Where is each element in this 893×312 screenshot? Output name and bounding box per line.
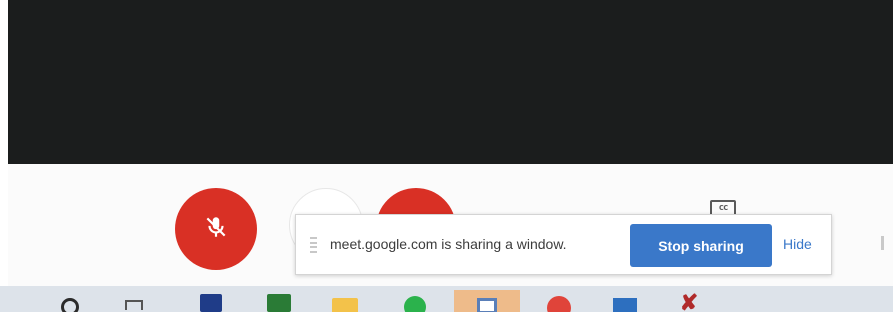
chrome-icon	[547, 296, 571, 312]
scrollbar[interactable]	[881, 236, 884, 250]
spotify-icon	[404, 296, 426, 312]
taskbar-app-save[interactable]	[186, 290, 236, 312]
window-app-icon	[477, 298, 497, 312]
sharing-notification-bar: meet.google.com is sharing a window. Sto…	[295, 214, 832, 275]
taskbar-app-window-active[interactable]	[454, 290, 520, 312]
search-icon	[61, 298, 79, 312]
x-app-icon: ✘	[679, 290, 699, 312]
mic-off-icon	[203, 214, 229, 245]
task-view-button[interactable]	[112, 290, 156, 312]
taskbar-app-excel[interactable]	[254, 290, 304, 312]
video-area	[8, 0, 893, 164]
task-view-icon	[125, 300, 143, 310]
drag-handle-icon[interactable]	[310, 237, 317, 253]
windows-taskbar: ✘	[0, 286, 893, 312]
hide-link[interactable]: Hide	[783, 236, 812, 252]
taskbar-app-x[interactable]: ✘	[664, 290, 714, 312]
stop-sharing-button[interactable]: Stop sharing	[630, 224, 772, 267]
mute-mic-button[interactable]	[175, 188, 257, 270]
left-margin	[0, 0, 8, 312]
taskbar-app-chrome[interactable]	[532, 290, 586, 312]
outlook-icon	[613, 298, 637, 312]
taskbar-app-spotify[interactable]	[390, 290, 440, 312]
file-explorer-icon	[332, 298, 358, 312]
save-app-icon	[200, 294, 222, 312]
search-button[interactable]	[48, 290, 92, 312]
excel-icon	[267, 294, 291, 312]
taskbar-app-outlook[interactable]	[598, 290, 652, 312]
taskbar-app-file-explorer[interactable]	[320, 290, 370, 312]
sharing-message: meet.google.com is sharing a window.	[330, 236, 567, 252]
screen: cc meet.google.com is sharing a window. …	[0, 0, 893, 312]
